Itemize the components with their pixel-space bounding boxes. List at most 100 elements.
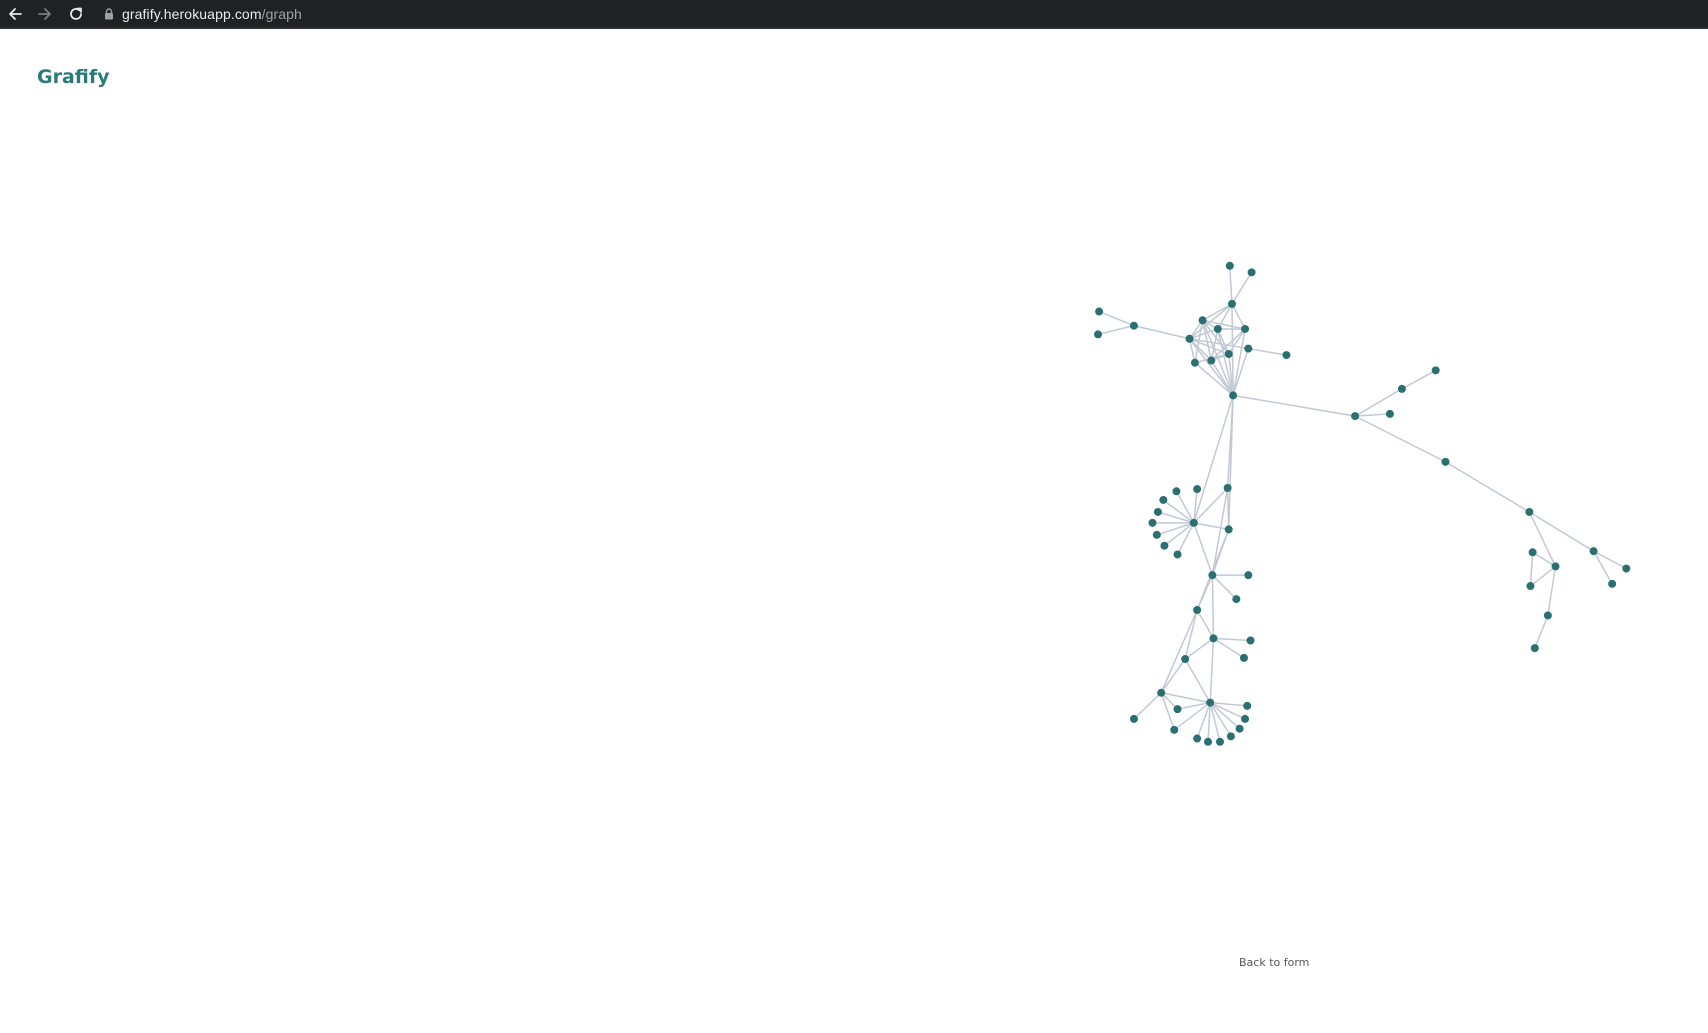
graph-edge xyxy=(1547,566,1557,616)
graph-node[interactable] xyxy=(1157,688,1166,697)
graph-edge xyxy=(1163,522,1195,547)
graph-node[interactable] xyxy=(1227,299,1236,308)
graph-node[interactable] xyxy=(1207,356,1216,365)
graph-node[interactable] xyxy=(1216,737,1224,746)
graph-edge xyxy=(1189,338,1249,350)
graph-node[interactable] xyxy=(1160,541,1169,550)
graph-node[interactable] xyxy=(1528,548,1537,557)
graph-edge xyxy=(1193,487,1229,524)
graph-edge xyxy=(1184,637,1214,660)
graph-node[interactable] xyxy=(1244,344,1253,353)
graph-node[interactable] xyxy=(1129,714,1138,723)
graph-node[interactable] xyxy=(1172,487,1181,496)
graph-edge xyxy=(1098,310,1135,327)
graph-edge xyxy=(1232,328,1246,396)
graph-node[interactable] xyxy=(1190,358,1199,367)
graph-node[interactable] xyxy=(1170,725,1179,734)
graph-edge xyxy=(1231,303,1246,330)
graph-node[interactable] xyxy=(1246,636,1255,645)
graph-node[interactable] xyxy=(1129,321,1138,330)
graph-edge xyxy=(1534,615,1549,649)
graph-node[interactable] xyxy=(1193,485,1202,494)
graph-node[interactable] xyxy=(1385,409,1394,418)
graph-node[interactable] xyxy=(1239,653,1248,662)
graph-node[interactable] xyxy=(1247,268,1256,277)
graph-node[interactable] xyxy=(1204,737,1213,746)
graph-node[interactable] xyxy=(1441,457,1450,466)
graph-node[interactable] xyxy=(1232,595,1241,604)
graph-node[interactable] xyxy=(1226,732,1235,741)
graph-node[interactable] xyxy=(1526,582,1535,591)
graph-edge xyxy=(1207,702,1211,742)
graph-edge xyxy=(1209,701,1246,720)
graph-edge xyxy=(1196,702,1211,739)
graph-edge xyxy=(1201,320,1213,361)
back-button[interactable] xyxy=(4,3,26,25)
graph-edge xyxy=(1189,338,1229,355)
graph-edge xyxy=(1196,609,1215,639)
graph-node[interactable] xyxy=(1209,634,1218,643)
graph-node[interactable] xyxy=(1094,330,1102,339)
graph-edge xyxy=(1209,702,1241,730)
graph-node[interactable] xyxy=(1198,316,1207,325)
graph-edge xyxy=(1227,353,1234,396)
graph-node[interactable] xyxy=(1241,324,1250,333)
graph-node[interactable] xyxy=(1185,334,1194,343)
graph-edge xyxy=(1209,702,1232,737)
address-bar[interactable]: grafify.herokuapp.com/graph xyxy=(98,3,1696,25)
graph-node[interactable] xyxy=(1530,644,1539,653)
graph-node[interactable] xyxy=(1181,655,1190,664)
graph-node[interactable] xyxy=(1551,562,1560,571)
graph-node[interactable] xyxy=(1095,307,1104,316)
network-graph[interactable] xyxy=(0,0,1708,1033)
graph-node[interactable] xyxy=(1229,391,1238,400)
graph-node[interactable] xyxy=(1193,734,1202,743)
graph-node[interactable] xyxy=(1206,698,1215,707)
graph-node[interactable] xyxy=(1223,484,1232,492)
graph-node[interactable] xyxy=(1608,579,1617,588)
back-to-form-link[interactable]: Back to form xyxy=(1239,956,1309,969)
graph-edge xyxy=(1194,362,1234,396)
graph-node[interactable] xyxy=(1224,350,1233,359)
graph-edge xyxy=(1177,701,1211,710)
graph-node[interactable] xyxy=(1351,412,1360,421)
graph-edge xyxy=(1193,489,1198,523)
graph-node[interactable] xyxy=(1173,705,1182,714)
graph-node[interactable] xyxy=(1243,701,1252,710)
graph-node[interactable] xyxy=(1431,366,1440,375)
graph-node[interactable] xyxy=(1543,611,1552,620)
reload-button[interactable] xyxy=(65,3,87,25)
graph-edge xyxy=(1157,511,1195,524)
graph-node[interactable] xyxy=(1244,571,1253,580)
graph-node[interactable] xyxy=(1622,564,1631,573)
browser-toolbar: grafify.herokuapp.com/graph xyxy=(0,0,1708,29)
graph-node[interactable] xyxy=(1589,547,1598,556)
graph-edge xyxy=(1193,395,1234,524)
graph-edge xyxy=(1354,388,1403,417)
graph-edge xyxy=(1354,415,1446,463)
graph-node[interactable] xyxy=(1173,550,1182,559)
graph-node[interactable] xyxy=(1525,507,1534,516)
graph-node[interactable] xyxy=(1397,384,1406,393)
graph-node[interactable] xyxy=(1159,495,1168,504)
graph-edge xyxy=(1232,394,1356,417)
graph-node[interactable] xyxy=(1193,606,1202,614)
graph-node[interactable] xyxy=(1235,724,1244,733)
forward-button[interactable] xyxy=(34,3,56,25)
graph-edge xyxy=(1193,522,1229,531)
graph-edge xyxy=(1593,550,1627,570)
graph-node[interactable] xyxy=(1148,518,1157,527)
back-arrow-icon xyxy=(9,8,22,20)
graph-edge xyxy=(1160,692,1175,731)
graph-edge xyxy=(1528,511,1557,567)
graph-node[interactable] xyxy=(1153,507,1162,516)
graph-edge xyxy=(1201,319,1230,355)
graph-node[interactable] xyxy=(1225,261,1234,270)
graph-node[interactable] xyxy=(1224,525,1233,534)
graph-node[interactable] xyxy=(1208,571,1217,580)
graph-node[interactable] xyxy=(1213,324,1222,333)
graph-node[interactable] xyxy=(1152,530,1161,539)
graph-node[interactable] xyxy=(1241,714,1250,723)
graph-node[interactable] xyxy=(1189,518,1198,527)
graph-node[interactable] xyxy=(1282,351,1291,360)
